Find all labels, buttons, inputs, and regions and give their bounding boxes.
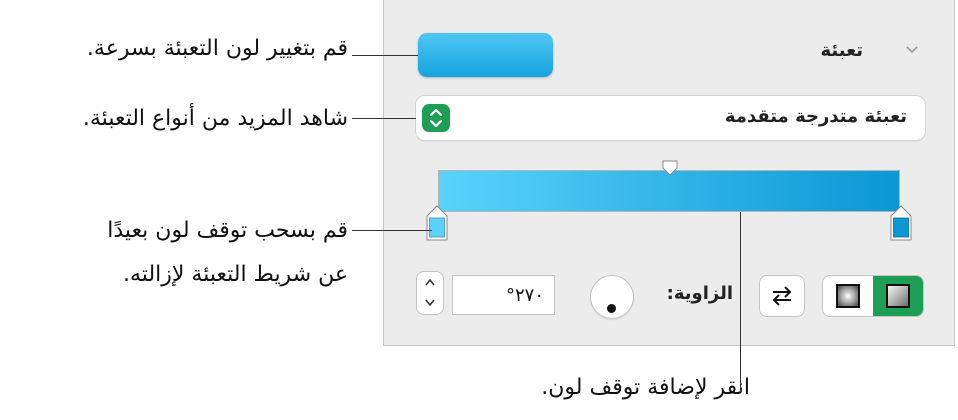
color-stop-left[interactable]: [425, 204, 449, 242]
chevron-down-icon: [425, 299, 435, 307]
angle-input[interactable]: [452, 275, 555, 315]
callout-more-fills: شاهد المزيد من أنواع التعبئة.: [82, 106, 348, 131]
fill-section-title[interactable]: تعبئة: [820, 40, 863, 61]
gradient-midpoint-handle[interactable]: [661, 159, 679, 177]
linear-gradient-button[interactable]: [873, 276, 923, 316]
fill-inspector-screenshot: تعبئة تعبئة متدرجة متقدمة الزاوية: ٢٧٠° …: [0, 0, 958, 420]
up-down-arrows-icon: [422, 104, 450, 132]
chevron-down-icon[interactable]: [904, 44, 920, 56]
callout-drag-stop-line1: قم بسحب توقف لون بعيدًا: [107, 218, 348, 243]
leader-line-quick-color: [352, 55, 418, 56]
callout-drag-stop: قم بسحب توقف لون بعيدًا عن شريط التعبئة …: [12, 209, 348, 297]
angle-increment-button[interactable]: [417, 272, 443, 293]
fill-type-value: تعبئة متدرجة متقدمة: [724, 106, 907, 127]
chevron-up-icon: [425, 278, 435, 286]
angle-stepper: [417, 272, 443, 314]
leader-line-more-fills: [352, 118, 416, 119]
gradient-type-toggle: [823, 276, 923, 316]
swap-colors-button[interactable]: [760, 276, 804, 316]
callout-add-stop: انقر لإضافة توقف لون.: [541, 375, 750, 400]
angle-label: الزاوية:: [666, 283, 733, 304]
fill-color-well[interactable]: [418, 33, 553, 77]
angle-dial[interactable]: [591, 276, 633, 318]
leader-line-add-stop: [740, 212, 741, 392]
radial-gradient-button[interactable]: [823, 276, 873, 316]
linear-gradient-icon: [886, 284, 910, 308]
radial-gradient-icon: [836, 284, 860, 308]
leader-line-drag-stop: [352, 230, 432, 231]
swap-arrows-icon: [772, 286, 792, 306]
callout-drag-stop-line2: عن شريط التعبئة لإزالته.: [123, 262, 348, 287]
callout-quick-color: قم بتغيير لون التعبئة بسرعة.: [86, 36, 348, 61]
color-stop-right[interactable]: [889, 204, 913, 242]
angle-decrement-button[interactable]: [417, 293, 443, 314]
angle-dial-indicator: [607, 304, 616, 313]
fill-type-select[interactable]: تعبئة متدرجة متقدمة: [416, 96, 925, 140]
